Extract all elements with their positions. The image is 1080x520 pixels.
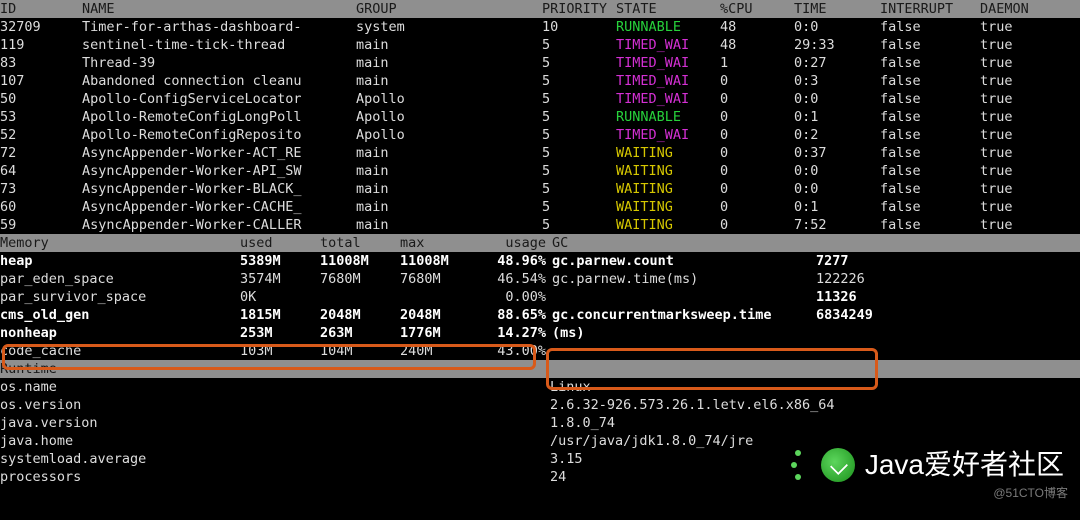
runtime-header: Runtime xyxy=(0,360,1080,378)
hdr-usage: usage xyxy=(480,234,546,252)
hdr-daemon: DAEMON xyxy=(980,0,1060,18)
hdr-used: used xyxy=(240,234,320,252)
table-row: 73AsyncAppender-Worker-BLACK_main5WAITIN… xyxy=(0,180,1080,198)
hdr-cpu: %CPU xyxy=(720,0,794,18)
memory-row: heap5389M11008M11008M48.96% xyxy=(0,252,546,270)
hdr-total: total xyxy=(320,234,400,252)
hdr-time: TIME xyxy=(794,0,880,18)
memory-table: heap5389M11008M11008M48.96%par_eden_spac… xyxy=(0,252,546,360)
watermark: Java爱好者社区 xyxy=(791,448,1064,482)
hdr-runtime: Runtime xyxy=(0,360,57,378)
watermark-text: Java爱好者社区 xyxy=(865,456,1064,474)
gc-row: gc.parnew.count7277 xyxy=(552,252,1080,270)
table-row: 53Apollo-RemoteConfigLongPollApollo5RUNN… xyxy=(0,108,1080,126)
runtime-row: os.nameLinux xyxy=(0,378,1080,396)
gc-table: gc.parnew.count7277gc.parnew.time(ms)122… xyxy=(546,252,1080,360)
table-row: 119sentinel-time-tick-threadmain5TIMED_W… xyxy=(0,36,1080,54)
table-row: 107Abandoned connection cleanumain5TIMED… xyxy=(0,72,1080,90)
wechat-bubble-icon xyxy=(821,448,855,482)
gc-row: 11326 xyxy=(552,288,1080,306)
table-row: 52Apollo-RemoteConfigRepositoApollo5TIME… xyxy=(0,126,1080,144)
hdr-gc: GC xyxy=(552,235,568,251)
hdr-max: max xyxy=(400,234,480,252)
memory-row: par_eden_space3574M7680M7680M46.54% xyxy=(0,270,546,288)
wechat-dots-icon xyxy=(791,448,811,482)
table-row: 64AsyncAppender-Worker-API_SWmain5WAITIN… xyxy=(0,162,1080,180)
memory-row: par_survivor_space0K0.00% xyxy=(0,288,546,306)
gc-row: gc.concurrentmarksweep.time6834249 xyxy=(552,306,1080,324)
memory-row: cms_old_gen1815M2048M2048M88.65% xyxy=(0,306,546,324)
thread-table: 32709Timer-for-arthas-dashboard-system10… xyxy=(0,18,1080,234)
memory-row: code_cache103M104M240M43.00% xyxy=(0,342,546,360)
gc-row: (ms) xyxy=(552,324,1080,342)
hdr-memory: Memory xyxy=(0,234,240,252)
runtime-row: os.version2.6.32-926.573.26.1.letv.el6.x… xyxy=(0,396,1080,414)
table-row: 50Apollo-ConfigServiceLocatorApollo5TIME… xyxy=(0,90,1080,108)
runtime-row: java.version1.8.0_74 xyxy=(0,414,1080,432)
table-row: 59AsyncAppender-Worker-CALLERmain5WAITIN… xyxy=(0,216,1080,234)
table-row: 72AsyncAppender-Worker-ACT_REmain5WAITIN… xyxy=(0,144,1080,162)
table-row: 32709Timer-for-arthas-dashboard-system10… xyxy=(0,18,1080,36)
hdr-interrupt: INTERRUPT xyxy=(880,0,980,18)
thread-header: ID NAME GROUP PRIORITY STATE %CPU TIME I… xyxy=(0,0,1080,18)
hdr-id: ID xyxy=(0,0,82,18)
memory-row: nonheap253M263M1776M14.27% xyxy=(0,324,546,342)
memory-header: Memory used total max usage GC xyxy=(0,234,1080,252)
hdr-priority: PRIORITY xyxy=(542,0,616,18)
table-row: 60AsyncAppender-Worker-CACHE_main5WAITIN… xyxy=(0,198,1080,216)
blog-tag: @51CTO博客 xyxy=(993,484,1068,502)
hdr-group: GROUP xyxy=(356,0,542,18)
gc-row: gc.parnew.time(ms)122226 xyxy=(552,270,1080,288)
hdr-name: NAME xyxy=(82,0,356,18)
table-row: 83Thread-39main5TIMED_WAI10:27falsetrue xyxy=(0,54,1080,72)
hdr-state: STATE xyxy=(616,0,720,18)
